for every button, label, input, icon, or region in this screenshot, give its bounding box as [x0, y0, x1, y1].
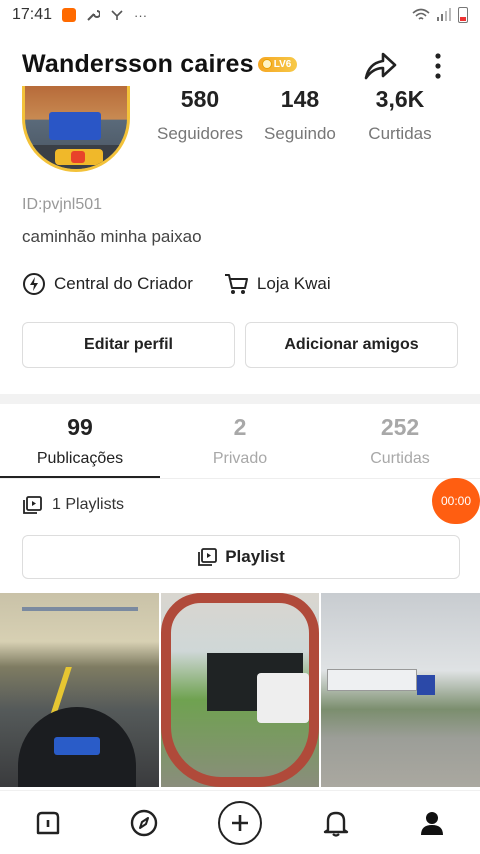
- video-thumbnail[interactable]: [321, 593, 480, 787]
- content-tabs: 99 Publicações 2 Privado 252 Curtidas: [0, 414, 480, 468]
- wifi-icon: [412, 8, 430, 20]
- profile-actions: Editar perfil Adicionar amigos: [22, 322, 458, 368]
- floating-timer[interactable]: 00:00: [432, 478, 480, 524]
- status-more-dots: ···: [134, 7, 148, 23]
- kwai-shop-label: Loja Kwai: [256, 274, 331, 293]
- status-time: 17:41: [12, 6, 53, 23]
- tab-private[interactable]: 2 Privado: [160, 414, 320, 468]
- coin-icon: [261, 59, 272, 69]
- level-badge[interactable]: LV6: [257, 56, 298, 72]
- thumb-truck-cab: [417, 675, 436, 695]
- playlist-button-label: Playlist: [225, 547, 285, 566]
- private-label: Privado: [212, 450, 268, 467]
- play-icon: [71, 151, 85, 163]
- profile-header: Wandersson caires LV6: [22, 44, 462, 84]
- playlist-button[interactable]: Playlist: [22, 535, 460, 579]
- lightning-circle-icon: [23, 273, 45, 295]
- video-thumbnail[interactable]: [160, 593, 320, 787]
- share-button[interactable]: [362, 48, 398, 84]
- bio: caminhão minha paixao: [22, 227, 202, 246]
- followers-count: 580: [180, 86, 220, 112]
- playlists-count-label: 1 Playlists: [52, 496, 125, 513]
- thumb-progress-bar: [22, 607, 138, 611]
- playlists-summary[interactable]: 1 Playlists: [22, 496, 124, 514]
- avatar-truck: [49, 112, 101, 140]
- home-icon: [36, 811, 60, 834]
- wrench-icon: [87, 10, 101, 21]
- tab-publications[interactable]: 99 Publicações: [0, 414, 160, 468]
- bell-icon: [323, 811, 349, 837]
- playlist-icon: [23, 496, 42, 514]
- video-grid: [0, 593, 480, 787]
- avatar[interactable]: [22, 86, 130, 172]
- thumb-gauge: [54, 737, 100, 755]
- creator-center-label: Central do Criador: [54, 274, 193, 293]
- section-divider: [0, 394, 480, 404]
- publications-label: Publicações: [36, 450, 124, 467]
- likes-label: Curtidas: [368, 124, 432, 143]
- cart-icon: [224, 274, 248, 294]
- stat-followers[interactable]: 580 Seguidores: [150, 86, 250, 144]
- thumb-trailer: [327, 669, 418, 691]
- private-count: 2: [233, 414, 247, 440]
- video-thumbnail[interactable]: [0, 593, 159, 787]
- active-tab-indicator: [0, 476, 160, 478]
- liked-label: Curtidas: [370, 450, 430, 467]
- likes-count: 3,6K: [375, 86, 425, 112]
- stat-following[interactable]: 148 Seguindo: [250, 86, 350, 144]
- compass-icon: [130, 809, 158, 836]
- signal-small-icon: [111, 10, 123, 20]
- nav-discover[interactable]: [120, 799, 168, 847]
- nav-notifications[interactable]: [312, 799, 360, 847]
- edit-profile-button[interactable]: Editar perfil: [22, 322, 235, 368]
- app-notification-icon: [62, 8, 77, 22]
- liked-count: 252: [380, 414, 420, 440]
- cell-signal-icon: [437, 8, 451, 21]
- tab-liked[interactable]: 252 Curtidas: [320, 414, 480, 468]
- battery-icon: [458, 7, 468, 23]
- playlist-icon: [198, 548, 218, 566]
- share-arrow-icon: [364, 52, 397, 80]
- kwai-shop-link[interactable]: Loja Kwai: [223, 272, 331, 296]
- user-id: ID:pvjnl501: [22, 196, 103, 213]
- level-label: LV6: [273, 58, 292, 70]
- add-friends-button[interactable]: Adicionar amigos: [245, 322, 458, 368]
- followers-label: Seguidores: [156, 124, 243, 143]
- username: Wandersson caires: [22, 49, 254, 78]
- nav-create[interactable]: [216, 799, 264, 847]
- plus-circle-icon: [218, 800, 262, 845]
- creator-center-link[interactable]: Central do Criador: [22, 272, 193, 296]
- nav-home[interactable]: [24, 799, 72, 847]
- publications-count: 99: [67, 414, 93, 440]
- stat-likes[interactable]: 3,6K Curtidas: [350, 86, 450, 144]
- more-vertical-icon: [435, 53, 441, 79]
- bottom-navigation: [0, 790, 480, 854]
- profile-stats: 580 Seguidores 148 Seguindo 3,6K Curtida…: [150, 86, 450, 144]
- nav-profile[interactable]: [408, 799, 456, 847]
- following-label: Seguindo: [264, 124, 336, 143]
- following-count: 148: [280, 86, 320, 112]
- profile-links: Central do Criador Loja Kwai: [22, 272, 331, 296]
- person-icon: [421, 811, 443, 835]
- status-bar: 17:41 ···: [0, 0, 480, 30]
- thumb-mirror-frame: [160, 593, 320, 787]
- tab-bar-line: [0, 478, 480, 479]
- more-options-button[interactable]: [426, 48, 450, 84]
